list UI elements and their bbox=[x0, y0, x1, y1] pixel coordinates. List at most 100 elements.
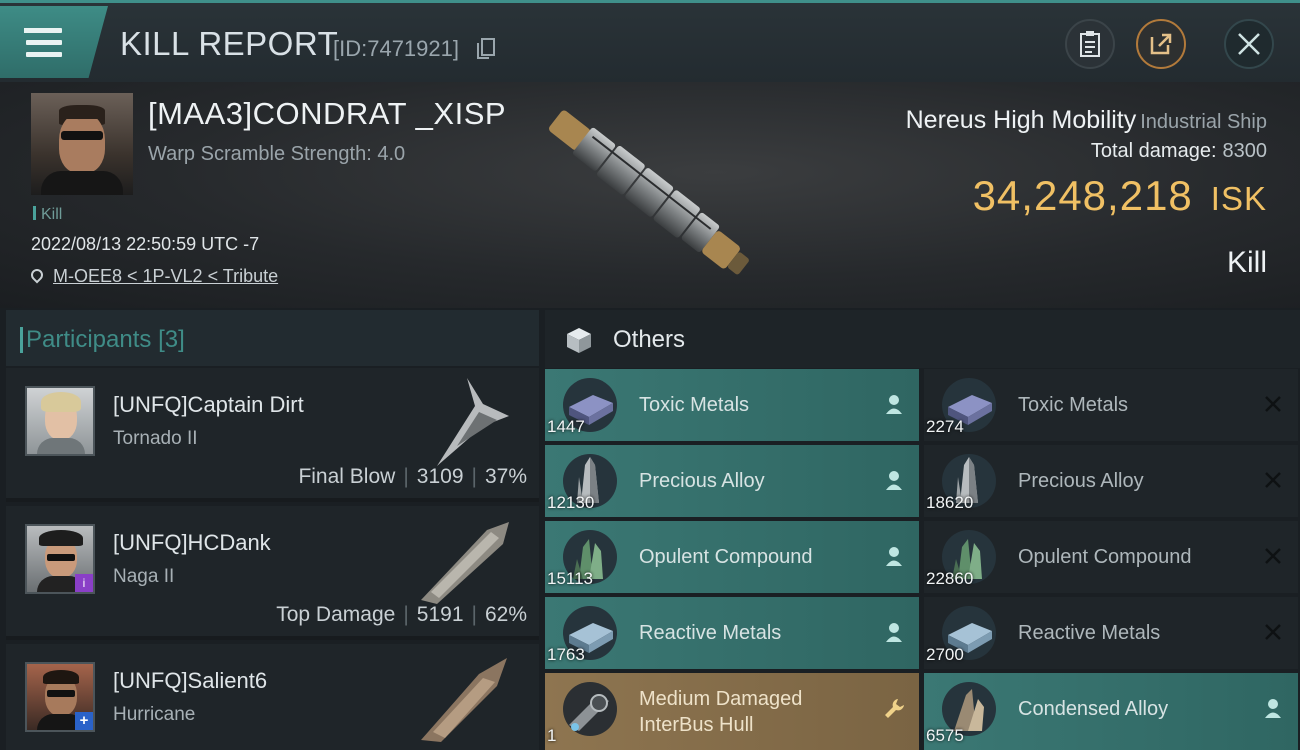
participants-title: Participants [3] bbox=[20, 326, 185, 354]
loot-item-destroyed[interactable]: 2274 Toxic Metals bbox=[924, 369, 1298, 441]
loot-item-dropped[interactable]: 1763 Reactive Metals bbox=[545, 597, 919, 669]
participant-avatar[interactable]: i bbox=[25, 524, 95, 594]
item-name: Reactive Metals bbox=[639, 622, 782, 644]
item-name: Reactive Metals bbox=[1018, 622, 1161, 644]
close-button[interactable] bbox=[1224, 19, 1274, 69]
total-damage-label: Total damage: bbox=[1090, 140, 1217, 162]
participant-row[interactable]: [UNFQ]Captain Dirt Tornado II Final Blow… bbox=[6, 368, 539, 502]
item-quantity: 1763 bbox=[547, 645, 585, 664]
isk-unit: ISK bbox=[1210, 180, 1267, 217]
kill-tag: Kill bbox=[33, 206, 62, 224]
loot-item-destroyed[interactable]: 22860 Opulent Compound bbox=[924, 521, 1298, 593]
close-icon bbox=[1238, 33, 1260, 55]
item-quantity: 12130 bbox=[547, 493, 595, 512]
participant-role: Top Damage bbox=[276, 603, 396, 626]
loot-item-dropped[interactable]: 6575 Condensed Alloy bbox=[924, 673, 1298, 750]
others-header[interactable]: Others bbox=[545, 310, 1300, 368]
participant-row[interactable]: i [UNFQ]HCDank Naga II Top Damage | 5191 | 6… bbox=[6, 506, 539, 640]
person-icon bbox=[886, 471, 902, 490]
close-icon bbox=[1265, 548, 1281, 564]
location-link[interactable]: M-OEE8 < 1P-VL2 < Tribute bbox=[53, 266, 278, 286]
participant-stats: Final Blow | 3109 | 37% bbox=[298, 465, 527, 488]
info-badge-icon: i bbox=[75, 574, 93, 592]
ship-class: Industrial Ship bbox=[1140, 111, 1267, 133]
participant-row[interactable]: + [UNFQ]Salient6 Hurricane bbox=[6, 644, 539, 750]
participant-percent: 37% bbox=[484, 465, 527, 488]
participant-role: Final Blow bbox=[298, 465, 396, 488]
item-name: Medium Damaged InterBus Hull bbox=[639, 686, 802, 738]
loot-item-dropped[interactable]: 15113 Opulent Compound bbox=[545, 521, 919, 593]
isk-value: 34,248,218 ISK bbox=[973, 172, 1267, 220]
close-icon bbox=[1265, 624, 1281, 640]
participants-count: [3] bbox=[158, 326, 185, 353]
clipboard-icon bbox=[1080, 31, 1100, 57]
item-quantity: 2700 bbox=[926, 645, 964, 664]
person-icon bbox=[886, 395, 902, 414]
item-quantity: 2274 bbox=[926, 417, 964, 436]
participant-avatar[interactable]: + bbox=[25, 662, 95, 732]
item-quantity: 15113 bbox=[547, 569, 594, 588]
participants-header[interactable]: Participants [3] bbox=[6, 310, 539, 366]
close-icon bbox=[1265, 396, 1281, 412]
person-icon bbox=[886, 623, 902, 642]
report-document-button[interactable] bbox=[1065, 19, 1115, 69]
item-name-line2: InterBus Hull bbox=[639, 714, 754, 736]
item-quantity: 18620 bbox=[926, 493, 974, 512]
result-label: Kill bbox=[1226, 246, 1267, 279]
cargo-box-icon bbox=[567, 328, 591, 353]
participant-name[interactable]: [UNFQ]Captain Dirt bbox=[113, 392, 304, 418]
item-name: Condensed Alloy bbox=[1018, 698, 1169, 720]
isk-amount: 34,248,218 bbox=[972, 172, 1193, 219]
menu-icon bbox=[24, 28, 62, 58]
participants-label: Participants bbox=[26, 326, 152, 353]
loot-item-destroyed[interactable]: 18620 Precious Alloy bbox=[924, 445, 1298, 517]
item-quantity: 6575 bbox=[926, 726, 964, 745]
participant-stats: Top Damage | 5191 | 62% bbox=[276, 603, 527, 626]
participant-damage: 5191 bbox=[416, 603, 464, 626]
close-icon bbox=[1265, 472, 1281, 488]
kill-location[interactable]: M-OEE8 < 1P-VL2 < Tribute bbox=[28, 266, 278, 287]
item-name: Toxic Metals bbox=[639, 394, 750, 416]
menu-button[interactable] bbox=[0, 6, 108, 78]
item-name: Opulent Compound bbox=[1018, 546, 1192, 568]
share-icon bbox=[1150, 33, 1172, 55]
copy-icon[interactable] bbox=[477, 38, 495, 59]
report-id: [ID:7471921] bbox=[333, 36, 459, 61]
participant-damage: 3109 bbox=[416, 465, 464, 488]
loot-item-destroyed[interactable]: 2700 Reactive Metals bbox=[924, 597, 1298, 669]
victim-ship-name[interactable]: Nereus High Mobility Industrial Ship bbox=[906, 106, 1267, 135]
item-name: Toxic Metals bbox=[1018, 394, 1129, 416]
victim-pilot-name[interactable]: [MAA3]CONDRAT _XISP bbox=[148, 96, 506, 132]
total-damage-value: 8300 bbox=[1222, 140, 1268, 162]
warp-scramble-strength: Warp Scramble Strength: 4.0 bbox=[148, 143, 406, 165]
loot-item-module[interactable]: 1 Medium Damaged InterBus Hull bbox=[545, 673, 919, 750]
total-damage: Total damage: 8300 bbox=[1091, 140, 1267, 163]
participant-avatar[interactable] bbox=[25, 386, 95, 456]
participant-ship: Hurricane bbox=[113, 704, 196, 725]
wrench-icon bbox=[885, 699, 904, 718]
participant-percent: 62% bbox=[484, 603, 527, 626]
hull-module-icon bbox=[563, 682, 617, 736]
victim-avatar[interactable] bbox=[31, 93, 133, 195]
location-pin-icon bbox=[28, 266, 46, 284]
participant-ship: Tornado II bbox=[113, 428, 198, 449]
item-name-line1: Medium Damaged bbox=[639, 688, 803, 710]
person-icon bbox=[1265, 699, 1281, 718]
kill-datetime: 2022/08/13 22:50:59 UTC -7 bbox=[31, 234, 260, 254]
participant-ship-image bbox=[437, 378, 509, 466]
share-button[interactable] bbox=[1136, 19, 1186, 69]
item-quantity: 1447 bbox=[547, 417, 585, 436]
item-name: Precious Alloy bbox=[639, 470, 765, 492]
participant-name[interactable]: [UNFQ]HCDank bbox=[113, 530, 271, 556]
ship-name-text: Nereus High Mobility bbox=[905, 106, 1137, 134]
loot-item-dropped[interactable]: 1447 Toxic Metals bbox=[545, 369, 919, 441]
loot-item-dropped[interactable]: 12130 Precious Alloy bbox=[545, 445, 919, 517]
participant-ship-image bbox=[421, 658, 507, 742]
item-quantity: 22860 bbox=[926, 569, 974, 588]
top-bar: KILL REPORT [ID:7471921] bbox=[0, 0, 1300, 82]
participant-ship-image bbox=[421, 522, 509, 604]
others-label: Others bbox=[613, 326, 686, 353]
item-quantity: 1 bbox=[547, 726, 557, 745]
participant-name[interactable]: [UNFQ]Salient6 bbox=[113, 668, 267, 694]
item-name: Opulent Compound bbox=[639, 546, 813, 568]
